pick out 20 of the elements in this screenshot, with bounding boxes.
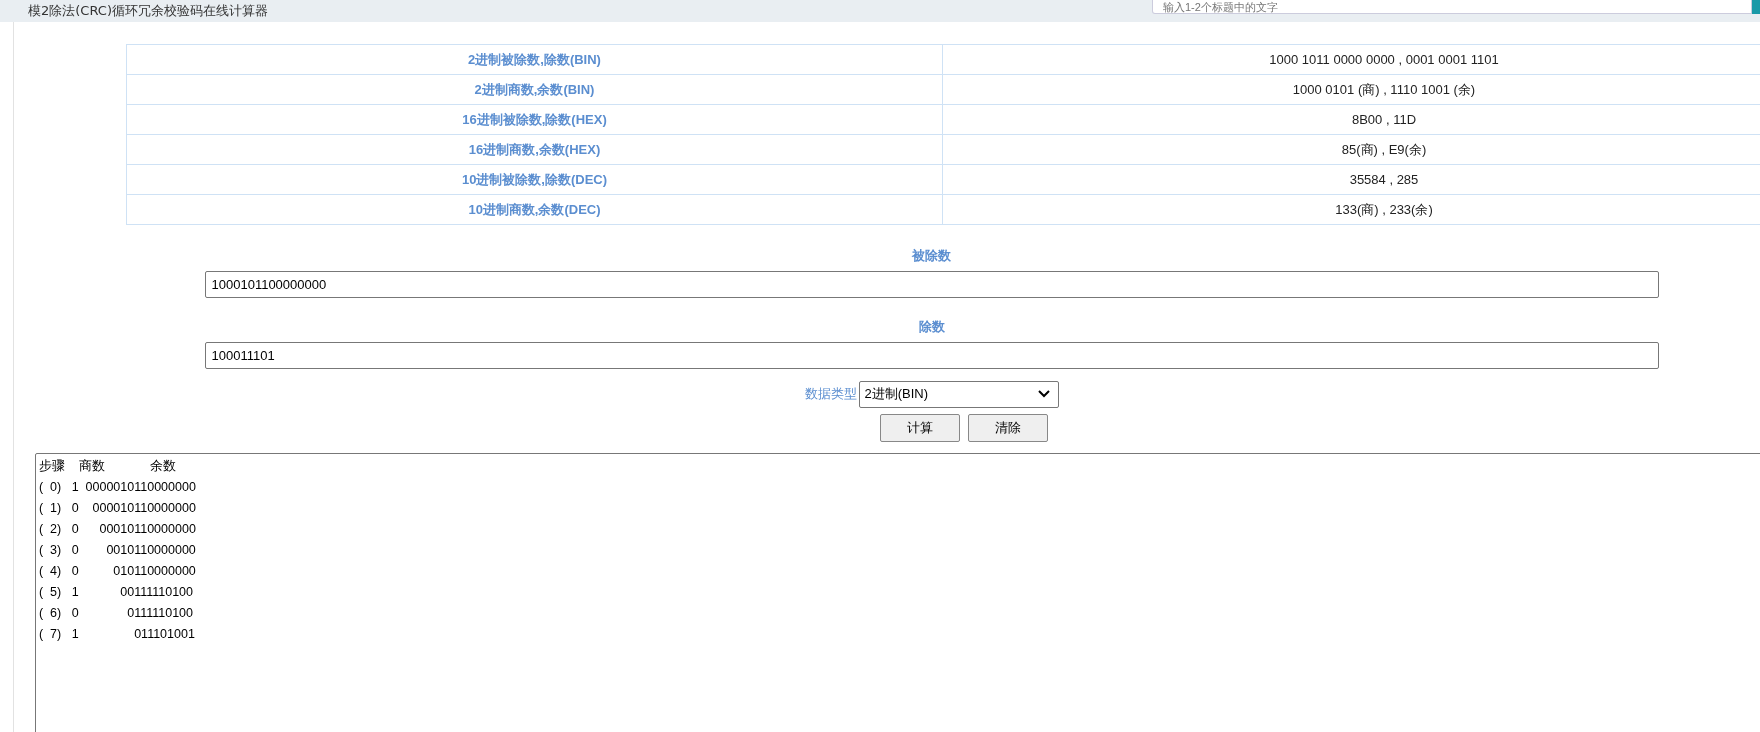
action-button[interactable]: 清除 — [968, 414, 1048, 442]
action-button[interactable]: 计算 — [880, 414, 960, 442]
search-button[interactable] — [1752, 0, 1760, 14]
input-field[interactable]: 100011101 — [204, 342, 1659, 369]
field-label: 数据类型 — [804, 385, 857, 403]
input-field[interactable]: 1000101100000000 — [204, 271, 1659, 298]
search-field[interactable]: 输入1-2个标题中的文字 — [1152, 0, 1752, 14]
table-cell: 16进制被除数,除数(HEX) — [126, 104, 943, 135]
table-cell: 2进制商数,余数(BIN) — [126, 74, 943, 105]
caret-icon — [1037, 390, 1050, 398]
page-title: 模2除法(CRC)循环冗余校验码在线计算器 — [28, 3, 268, 20]
dropdown[interactable]: 2进制(BIN) — [858, 380, 1059, 408]
table-cell: 16进制商数,余数(HEX) — [126, 134, 943, 165]
table-cell: 1000 1011 0000 0000 , 0001 0001 1101 — [942, 44, 1760, 75]
output-area[interactable]: 步骤 商数 余数 ( 0) 1 0000010110000000 ( 1) 0 000010110000000 ( 2) 0 00010110000000 ( 3) 0 0010110000000 ( 4) 0 010110000000 ( 5) 1 00111110100 ( 6) 0 0111110100 ( 7) 1 011101001 — [35, 453, 1760, 732]
field-label: 除数 — [918, 318, 945, 336]
table-cell: 10进制商数,余数(DEC) — [126, 194, 943, 225]
table-cell: 2进制被除数,除数(BIN) — [126, 44, 943, 75]
table-cell: 10进制被除数,除数(DEC) — [126, 164, 943, 195]
field-label: 被除数 — [912, 247, 951, 265]
